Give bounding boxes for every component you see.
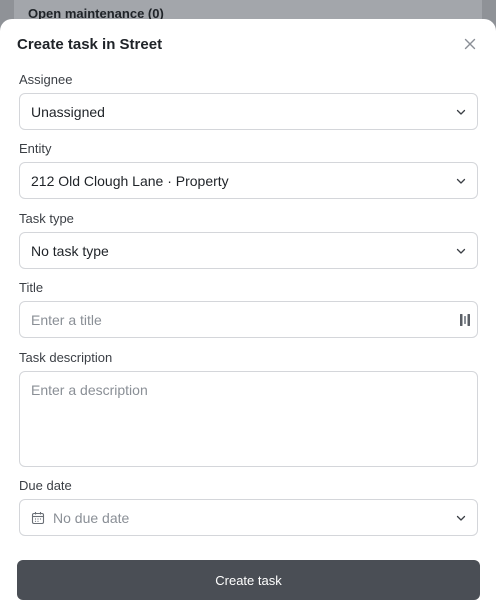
title-input[interactable]: Enter a title (19, 301, 478, 338)
text-format-icon (460, 314, 470, 326)
due-date-picker[interactable]: No due date (19, 499, 478, 536)
title-label: Title (19, 280, 44, 295)
calendar-icon (31, 512, 45, 525)
task-type-label: Task type (19, 211, 74, 226)
due-date-placeholder: No due date (53, 510, 130, 526)
description-textarea[interactable]: Enter a description (19, 371, 478, 467)
assignee-select[interactable]: Unassigned (19, 93, 478, 130)
assignee-label: Assignee (19, 72, 73, 87)
modal-title: Create task in Street (17, 36, 163, 53)
create-task-modal: Create task in Street Assignee Unassigne… (0, 19, 496, 611)
entity-select[interactable]: 212 Old Clough Lane · Property (19, 162, 478, 199)
task-type-select[interactable]: No task type (19, 232, 478, 269)
description-placeholder: Enter a description (31, 382, 148, 398)
task-type-value: No task type (31, 243, 109, 259)
title-placeholder: Enter a title (31, 312, 102, 328)
close-icon (464, 38, 476, 50)
chevron-down-icon (456, 515, 466, 521)
assignee-value: Unassigned (31, 104, 105, 120)
description-label: Task description (19, 350, 113, 365)
create-task-button[interactable]: Create task (17, 560, 480, 600)
entity-label: Entity (19, 141, 52, 156)
chevron-down-icon (456, 178, 466, 184)
close-button[interactable] (460, 34, 480, 54)
due-date-label: Due date (19, 478, 72, 493)
chevron-down-icon (456, 109, 466, 115)
entity-value: 212 Old Clough Lane · Property (31, 173, 229, 189)
chevron-down-icon (456, 248, 466, 254)
